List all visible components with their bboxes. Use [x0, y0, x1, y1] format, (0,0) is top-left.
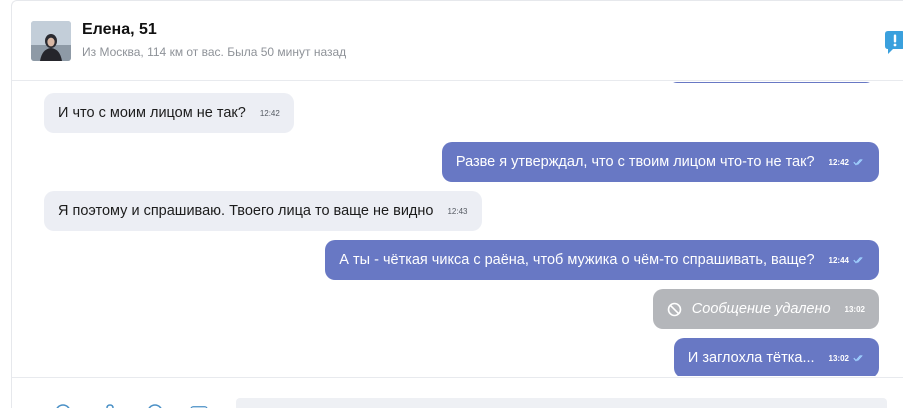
- double-check-icon: [853, 256, 863, 264]
- contact-name[interactable]: Елена, 51: [82, 21, 157, 39]
- message-text: Разве я утверждал, что с твоим лицом что…: [455, 154, 815, 170]
- ban-icon: [667, 302, 682, 316]
- photo-icon[interactable]: [190, 403, 208, 408]
- message-composer: [12, 377, 903, 408]
- smile-icon[interactable]: [54, 403, 72, 408]
- message-text: Я поэтому и спрашиваю. Твоего лица то ва…: [58, 203, 434, 219]
- double-check-icon: [853, 354, 863, 362]
- previous-message-edge: [669, 82, 874, 83]
- message-outgoing[interactable]: Разве я утверждал, что с твоим лицом что…: [441, 142, 879, 182]
- message-text: А ты - чёткая чикса с раёна, чтоб мужика…: [339, 252, 815, 268]
- report-icon: [885, 31, 903, 54]
- message-incoming[interactable]: И что с моим лицом не так? 12:42: [44, 93, 294, 133]
- message-time: 12:42: [259, 108, 280, 118]
- avatar-photo: [31, 21, 71, 61]
- message-outgoing[interactable]: А ты - чёткая чикса с раёна, чтоб мужика…: [325, 240, 879, 280]
- double-check-icon: [853, 158, 863, 166]
- message-time: 13:02: [844, 304, 865, 314]
- message-list[interactable]: И что с моим лицом не так? 12:42 Разве я…: [12, 82, 903, 376]
- message-input[interactable]: [236, 398, 887, 408]
- message-text: И заглохла тётка...: [687, 350, 815, 366]
- gift-icon[interactable]: [146, 403, 164, 408]
- message-deleted[interactable]: Сообщение удалено 13:02: [652, 289, 879, 329]
- message-time: 13:02: [828, 353, 849, 363]
- message-time: 12:44: [828, 255, 849, 265]
- message-time: 12:43: [447, 206, 468, 216]
- message-text: Сообщение удалено: [691, 301, 831, 317]
- avatar[interactable]: [31, 21, 71, 61]
- message-outgoing[interactable]: И заглохла тётка... 13:02: [673, 338, 879, 376]
- message-text: И что с моим лицом не так?: [58, 105, 246, 121]
- chat-window: Елена, 51 Из Москва, 114 км от вас. Была…: [11, 0, 903, 408]
- message-incoming[interactable]: Я поэтому и спрашиваю. Твоего лица то ва…: [44, 191, 482, 231]
- contact-status: Из Москва, 114 км от вас. Была 50 минут …: [82, 45, 347, 59]
- report-button[interactable]: [884, 29, 903, 55]
- message-time: 12:42: [828, 157, 849, 167]
- chat-header: Елена, 51 Из Москва, 114 км от вас. Была…: [12, 1, 903, 81]
- attach-icon[interactable]: [101, 403, 119, 408]
